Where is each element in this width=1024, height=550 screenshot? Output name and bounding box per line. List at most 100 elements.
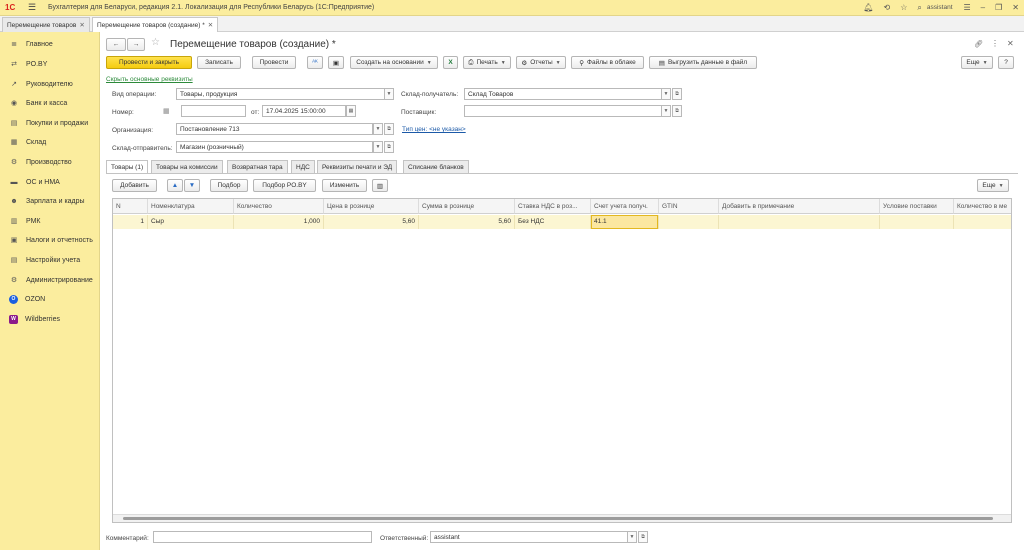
hide-main-details-link[interactable]: Скрыть основные реквизиты [106,76,193,83]
user-name[interactable]: assistant [927,0,959,16]
column-header-nomenclature[interactable]: Номенклатура [148,199,234,214]
column-header-delivery-condition[interactable]: Условие поставки [880,199,954,214]
column-header-vat-rate[interactable]: Ставка НДС в роз... [515,199,591,214]
tab-returnable-packaging[interactable]: Возвратная тара [227,160,288,173]
sidebar-item-wildberries[interactable]: W Wildberries [0,310,100,328]
minimize-icon[interactable]: – [976,0,990,16]
dt-kt-button[interactable]: ᴬᴷ [307,56,323,69]
sidebar-item-ozon[interactable]: O OZON [0,290,100,308]
save-button[interactable]: Записать [197,56,241,69]
settings-icon[interactable]: ☰ [959,0,976,16]
number-field[interactable] [181,105,246,117]
forward-button[interactable]: → [127,38,145,51]
supplier-field[interactable] [464,105,662,117]
back-button[interactable]: ← [106,38,126,51]
sidebar-item-poby[interactable]: ⇄ PO.BY [0,55,100,73]
column-header-gtin[interactable]: GTIN [659,199,719,214]
more-vertical-icon[interactable]: ⋮ [991,39,999,48]
sender-warehouse-dropdown[interactable]: ▼ [373,141,383,153]
cell-account[interactable]: 41.1 [591,215,659,229]
export-button[interactable]: ▤ Выгрузить данные в файл [649,56,757,69]
table-more-button[interactable]: Еще ▼ [977,179,1009,192]
operation-type-dropdown[interactable]: ▼ [384,88,394,100]
cell-retail-price[interactable]: 5,60 [324,215,419,229]
column-header-quantity-in[interactable]: Количество в ме [954,199,1011,214]
date-field[interactable]: 17.04.2025 15:00:00 [262,105,346,117]
tab-consignment-goods[interactable]: Товары на комиссии [151,160,223,173]
tab-form-writeoff[interactable]: Списание бланков [403,160,469,173]
sender-warehouse-field[interactable]: Магазин (розничный) [176,141,373,153]
link-icon[interactable]: 🔗︎ [974,40,983,48]
supplier-open-button[interactable]: ⧉ [672,105,682,117]
post-button[interactable]: Провести [252,56,296,69]
cell-gtin[interactable] [659,215,719,229]
cell-add-note[interactable] [719,215,880,229]
column-header-retail-sum[interactable]: Сумма в рознице [419,199,515,214]
cell-n[interactable]: 1 [113,215,148,229]
sidebar-item-main[interactable]: ≣ Главное [0,35,100,53]
receiver-warehouse-dropdown[interactable]: ▼ [661,88,671,100]
window-tab-document[interactable]: Перемещение товаров (создание) * ✕ [92,17,219,32]
structure-button[interactable]: ▣ [328,56,344,69]
sender-warehouse-open-button[interactable]: ⧉ [384,141,394,153]
organization-open-button[interactable]: ⧉ [384,123,394,135]
sidebar-item-salary[interactable]: ☻ Зарплата и кадры [0,192,100,210]
barcode-button[interactable]: ▥ [372,179,388,192]
sidebar-item-production[interactable]: ⚙ Производство [0,153,100,171]
responsible-dropdown[interactable]: ▼ [627,531,637,543]
receiver-warehouse-open-button[interactable]: ⧉ [672,88,682,100]
organization-field[interactable]: Постановление 713 [176,123,373,135]
calendar-button[interactable]: ▦ [346,105,356,117]
search-icon[interactable]: ⌕ [912,0,926,16]
price-type-link[interactable]: Тип цен: <не указан> [402,126,466,133]
sidebar-item-warehouse[interactable]: ▦ Склад [0,133,100,151]
close-icon[interactable]: ✕ [1007,39,1014,48]
organization-dropdown[interactable]: ▼ [373,123,383,135]
comment-field[interactable] [153,531,372,543]
print-button[interactable]: ⎙ Печать ▼ [463,56,511,69]
responsible-field[interactable]: assistant [430,531,628,543]
change-button[interactable]: Изменить [322,179,367,192]
horizontal-scrollbar[interactable] [113,514,1011,522]
cell-vat-rate[interactable]: Без НДС [515,215,591,229]
sidebar-item-pos[interactable]: ▥ РМК [0,212,100,230]
cell-quantity-in[interactable] [954,215,1011,229]
tab-vat[interactable]: НДС [291,160,315,173]
cell-quantity[interactable]: 1,000 [234,215,324,229]
move-up-button[interactable]: ▲ [167,179,183,192]
sidebar-item-admin[interactable]: ⚙ Администрирование [0,271,100,289]
cell-delivery-condition[interactable] [880,215,954,229]
cell-retail-sum[interactable]: 5,60 [419,215,515,229]
pick-button[interactable]: Подбор [210,179,248,192]
close-icon[interactable]: ✕ [79,22,84,29]
sidebar-item-bank[interactable]: ◉ Банк и касса [0,94,100,112]
window-tab-list[interactable]: Перемещение товаров ✕ [2,17,90,32]
bell-icon[interactable]: 🔔︎ [858,0,878,16]
restore-icon[interactable]: ❐ [990,0,1007,16]
favorites-icon[interactable]: ☆ [895,0,912,16]
help-button[interactable]: ? [998,56,1014,69]
sidebar-item-accounting-settings[interactable]: ▤ Настройки учета [0,251,100,269]
column-header-account[interactable]: Счет учета получ. [591,199,659,214]
responsible-open-button[interactable]: ⧉ [638,531,648,543]
close-icon[interactable]: ✕ [1007,0,1024,16]
sidebar-item-manager[interactable]: ↗ Руководителю [0,75,100,93]
tab-print-details[interactable]: Реквизиты печати и ЭД [317,160,398,173]
cloud-files-button[interactable]: ⚲ Файлы в облаке [571,56,644,69]
excel-button[interactable]: X [443,56,458,69]
close-icon[interactable]: ✕ [208,22,213,29]
history-icon[interactable]: ⟲ [878,0,895,16]
cell-nomenclature[interactable]: Сыр [148,215,234,229]
tab-goods[interactable]: Товары (1) [106,160,149,174]
add-row-button[interactable]: Добавить [112,179,157,192]
sidebar-item-sales[interactable]: ▤ Покупки и продажи [0,114,100,132]
number-grid-icon[interactable]: ▦ [163,107,170,115]
post-and-close-button[interactable]: Провести и закрыть [106,56,192,69]
create-based-on-button[interactable]: Создать на основании ▼ [350,56,438,69]
sidebar-item-assets[interactable]: ▬ ОС и НМА [0,173,100,191]
pick-poby-button[interactable]: Подбор PO.BY [253,179,316,192]
operation-type-field[interactable]: Товары, продукция [176,88,385,100]
supplier-dropdown[interactable]: ▼ [661,105,671,117]
reports-button[interactable]: ⚙ Отчеты ▼ [516,56,566,69]
column-header-add-note[interactable]: Добавить в примечание [719,199,880,214]
